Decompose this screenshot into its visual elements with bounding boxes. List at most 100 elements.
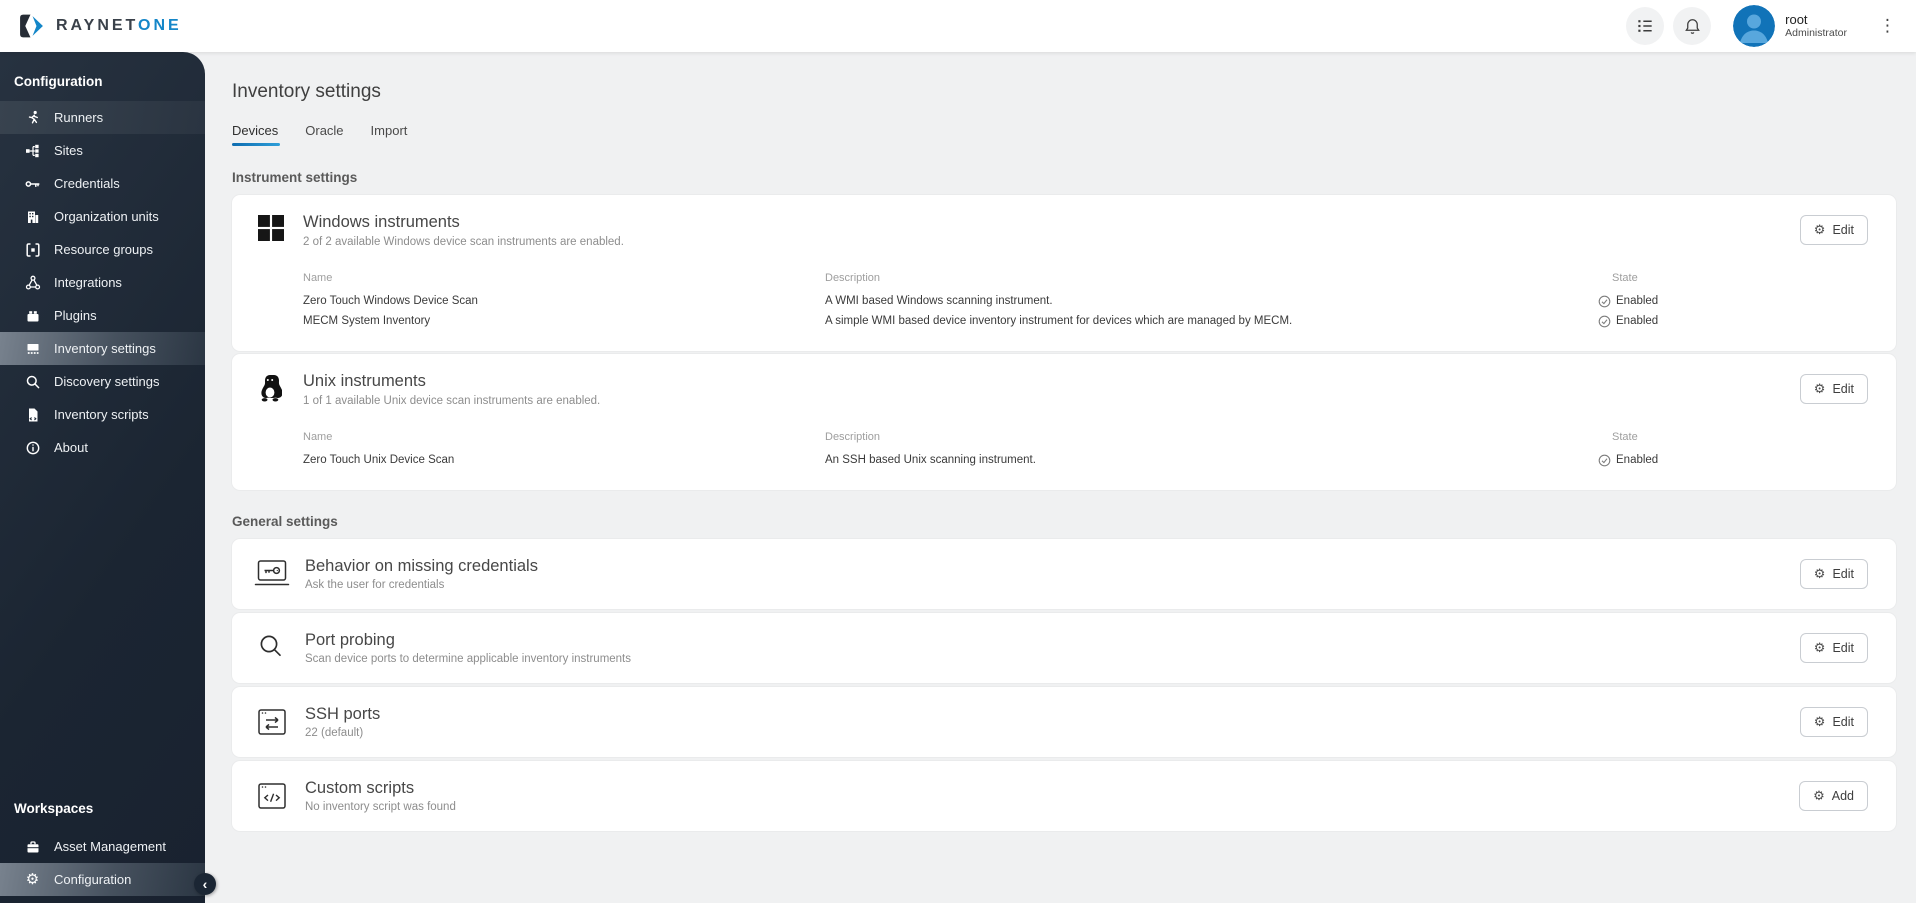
user-avatar[interactable] xyxy=(1733,5,1776,47)
sidebar-item-about[interactable]: About xyxy=(0,431,205,464)
code-window-icon xyxy=(253,782,291,810)
instrument-description: An SSH based Unix scanning instrument. xyxy=(825,454,1036,466)
column-header-name: Name xyxy=(303,431,333,443)
windows-logo-icon xyxy=(258,213,286,246)
sidebar-item-integrations[interactable]: Integrations xyxy=(0,266,205,299)
sidebar-item-inventory-scripts[interactable]: Inventory scripts xyxy=(0,398,205,431)
button-label: Edit xyxy=(1832,223,1854,237)
notifications-button[interactable] xyxy=(1673,7,1712,45)
bell-icon xyxy=(1683,17,1702,36)
add-custom-script-button[interactable]: ⚙ Add xyxy=(1799,781,1868,811)
sidebar-item-label: Inventory settings xyxy=(54,341,156,356)
instrument-name: MECM System Inventory xyxy=(303,315,431,327)
more-options-button[interactable]: ⋮ xyxy=(1879,15,1896,36)
laptop-key-icon xyxy=(253,559,291,589)
user-info[interactable]: root Administrator xyxy=(1785,12,1847,40)
magnifier-icon xyxy=(253,633,291,663)
instruments-table: Name Description State Zero Touch Unix D… xyxy=(303,427,1868,470)
port-probing-card: Port probing Scan device ports to determ… xyxy=(232,613,1896,683)
tab-import[interactable]: Import xyxy=(371,123,408,146)
button-label: Add xyxy=(1831,789,1854,803)
gear-icon: ⚙ xyxy=(1813,714,1826,730)
general-settings-heading: General settings xyxy=(232,514,338,529)
brackets-icon xyxy=(24,241,41,258)
sidebar-item-inventory-settings[interactable]: Inventory settings xyxy=(0,332,205,365)
sidebar-item-label: Configuration xyxy=(54,872,132,887)
topbar: RAYNETONE root Administrator ⋮ xyxy=(0,0,1916,52)
check-circle-icon xyxy=(1598,454,1611,467)
sidebar-item-organization-units[interactable]: Organization units xyxy=(0,200,205,233)
info-icon xyxy=(24,439,41,456)
edit-missing-credentials-button[interactable]: ⚙ Edit xyxy=(1799,559,1868,589)
missing-credentials-card: Behavior on missing credentials Ask the … xyxy=(232,539,1896,609)
card-subtitle: 2 of 2 available Windows device scan ins… xyxy=(303,236,624,248)
page-title: Inventory settings xyxy=(232,81,381,102)
gear-icon: ⚙ xyxy=(1813,222,1826,238)
sidebar-item-discovery-settings[interactable]: Discovery settings xyxy=(0,365,205,398)
edit-port-probing-button[interactable]: ⚙ Edit xyxy=(1799,633,1868,663)
edit-windows-instruments-button[interactable]: ⚙ Edit xyxy=(1799,215,1868,245)
main-content: Inventory settings Devices Oracle Import… xyxy=(205,52,1916,903)
sites-tree-icon xyxy=(24,142,41,159)
instrument-description: A simple WMI based device inventory inst… xyxy=(825,315,1293,327)
sidebar-item-label: About xyxy=(54,440,88,455)
sidebar: Configuration Runners Sites Credentials … xyxy=(0,52,205,903)
raynet-logo-icon xyxy=(18,13,45,39)
kebab-icon: ⋮ xyxy=(1879,15,1896,36)
button-label: Edit xyxy=(1832,715,1854,729)
column-header-description: Description xyxy=(825,272,881,284)
key-icon xyxy=(24,175,41,192)
task-list-icon xyxy=(1635,16,1655,36)
column-header-description: Description xyxy=(825,431,881,443)
instruments-table: Name Description State Zero Touch Window… xyxy=(303,268,1868,331)
user-role: Administrator xyxy=(1785,27,1847,40)
runner-icon xyxy=(24,109,41,126)
briefcase-icon xyxy=(24,838,41,855)
check-circle-icon xyxy=(1598,295,1611,308)
sidebar-item-label: Resource groups xyxy=(54,242,153,257)
sidebar-item-plugins[interactable]: Plugins xyxy=(0,299,205,332)
instrument-name: Zero Touch Windows Device Scan xyxy=(303,295,478,307)
tab-oracle[interactable]: Oracle xyxy=(305,123,343,146)
sidebar-item-label: Credentials xyxy=(54,176,120,191)
task-list-button[interactable] xyxy=(1626,7,1665,45)
sidebar-item-asset-management[interactable]: Asset Management xyxy=(0,830,205,863)
windows-instruments-card: Windows instruments 2 of 2 available Win… xyxy=(232,195,1896,351)
sidebar-item-label: Runners xyxy=(54,110,104,125)
chevron-left-icon: ‹ xyxy=(202,876,208,892)
edit-unix-instruments-button[interactable]: ⚙ Edit xyxy=(1799,374,1868,404)
column-header-state: State xyxy=(1612,431,1638,443)
sidebar-item-configuration[interactable]: ⚙ Configuration xyxy=(0,863,205,896)
gear-icon: ⚙ xyxy=(1813,640,1826,656)
sidebar-item-resource-groups[interactable]: Resource groups xyxy=(0,233,205,266)
sidebar-collapse-button[interactable]: ‹ xyxy=(194,873,216,895)
sidebar-item-label: Plugins xyxy=(54,308,97,323)
instrument-state: Enabled xyxy=(1598,311,1868,331)
button-label: Edit xyxy=(1832,567,1854,581)
search-icon xyxy=(24,373,41,390)
inventory-box-icon xyxy=(24,340,41,357)
tab-devices[interactable]: Devices xyxy=(232,123,281,146)
sidebar-item-label: Discovery settings xyxy=(54,374,160,389)
script-file-icon xyxy=(24,406,41,423)
card-title: Behavior on missing credentials xyxy=(305,557,538,575)
sidebar-item-runners[interactable]: Runners xyxy=(0,101,205,134)
gear-icon: ⚙ xyxy=(25,870,40,888)
brand-logo[interactable]: RAYNETONE xyxy=(18,13,182,39)
gear-icon: ⚙ xyxy=(1813,381,1826,397)
card-title: Windows instruments xyxy=(303,213,460,231)
ssh-ports-card: SSH ports 22 (default) ⚙ Edit xyxy=(232,687,1896,757)
sidebar-item-label: Sites xyxy=(54,143,83,158)
sidebar-item-sites[interactable]: Sites xyxy=(0,134,205,167)
button-label: Edit xyxy=(1832,382,1854,396)
edit-ssh-ports-button[interactable]: ⚙ Edit xyxy=(1799,707,1868,737)
column-header-name: Name xyxy=(303,272,333,284)
tab-bar: Devices Oracle Import xyxy=(232,123,1896,146)
building-icon xyxy=(24,208,41,225)
hub-icon xyxy=(24,274,41,291)
sidebar-item-label: Inventory scripts xyxy=(54,407,149,422)
sidebar-item-credentials[interactable]: Credentials xyxy=(0,167,205,200)
state-label: Enabled xyxy=(1616,295,1659,307)
unix-instruments-card: Unix instruments 1 of 1 available Unix d… xyxy=(232,354,1896,490)
card-subtitle: Scan device ports to determine applicabl… xyxy=(305,653,632,665)
